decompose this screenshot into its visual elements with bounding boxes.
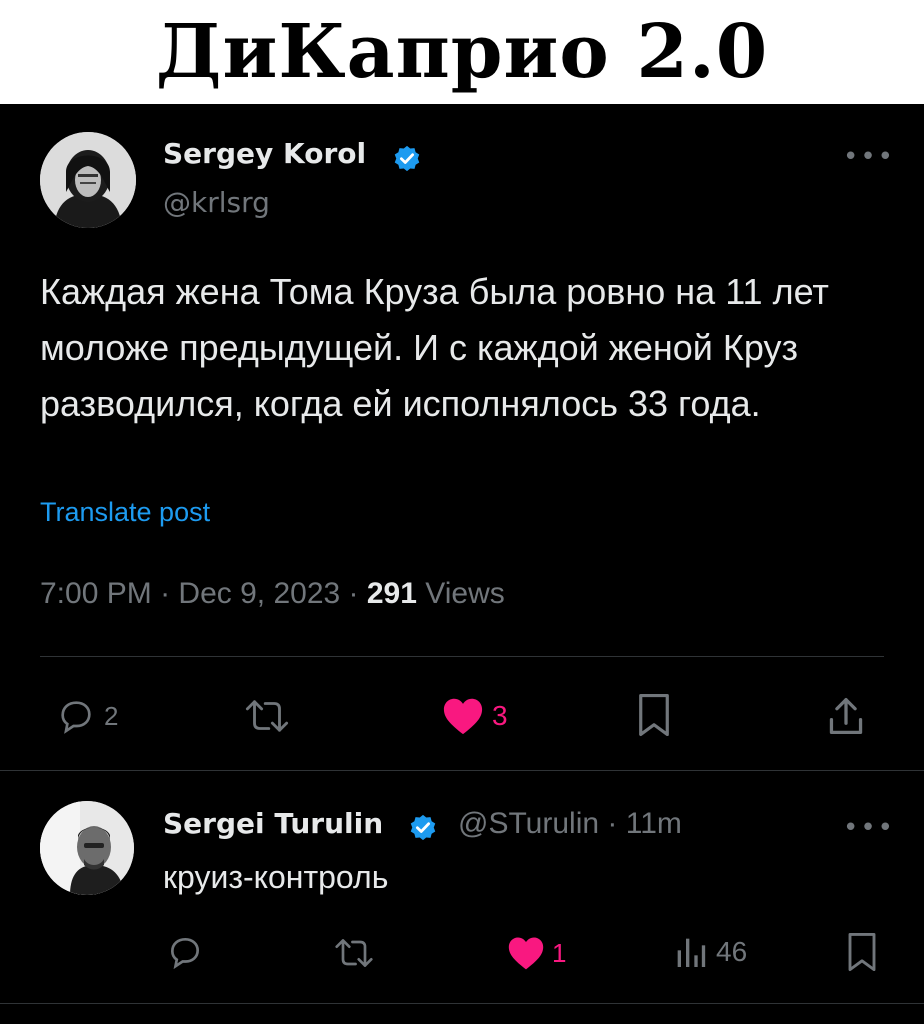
reply-icon [61,701,91,734]
main-tweet: Sergey Korol @krlsrg ••• Каждая жена Том… [0,104,924,770]
views-count[interactable]: 291 [367,577,417,610]
reply-retweet-button[interactable] [332,937,382,969]
retweet-icon [335,939,373,967]
verified-badge-icon [394,145,420,172]
share-button[interactable] [826,694,872,738]
reply-views-count: 46 [716,936,748,967]
retweet-icon [245,700,289,732]
reply-time[interactable]: 11m [626,807,682,840]
bookmark-icon [848,932,876,972]
reply-bookmark-button[interactable] [846,931,878,973]
meme-title: ДиКаприо 2.0 [155,9,769,95]
meme-header: ДиКаприо 2.0 [0,0,924,104]
reply-button[interactable]: 2 [54,696,118,736]
heart-filled-icon [443,698,483,735]
analytics-bars-icon [677,938,706,967]
reply-count: 2 [104,700,119,731]
author-handle[interactable]: @krlsrg [163,186,270,219]
reply-author-name[interactable]: Sergei Turulin [163,807,383,840]
reply-handle[interactable]: @STurulin [458,807,599,840]
divider [0,1003,924,1004]
reply-like-button[interactable]: 1 [506,935,566,971]
tweet-meta: 7:00 PM · Dec 9, 2023 · 291 Views [40,577,505,611]
verified-badge-icon [410,814,436,841]
like-count: 3 [492,700,508,731]
divider [40,656,884,657]
heart-filled-icon [508,937,544,970]
tweet-text: Каждая жена Тома Круза была ровно на 11 … [40,271,829,424]
views-label: Views [425,577,505,610]
bookmark-button[interactable] [636,692,678,738]
more-horizontal-icon[interactable]: ••• [843,813,895,843]
reply-like-count: 1 [552,937,567,968]
avatar[interactable] [40,132,136,228]
like-button[interactable]: 3 [440,696,508,736]
reply-tweet: Sergei Turulin @STurulin · 11m ••• круиз… [0,771,924,1024]
share-icon [829,698,863,734]
tweet-date[interactable]: Dec 9, 2023 [178,577,340,610]
reply-text: круиз-контроль [163,859,389,895]
translate-post-link[interactable]: Translate post [40,497,210,528]
reply-reply-button[interactable] [165,933,211,971]
reply-icon [170,937,200,970]
meta-separator: · [607,807,626,840]
retweet-button[interactable] [242,698,298,734]
more-horizontal-icon[interactable]: ••• [843,142,895,172]
author-name[interactable]: Sergey Korol [163,137,366,170]
meta-separator: · [160,577,179,610]
bookmark-icon [639,693,669,737]
meta-separator: · [348,577,367,610]
reply-views-button[interactable]: 46 [676,935,747,969]
reply-avatar[interactable] [40,801,134,895]
reply-handle-line: @STurulin · 11m [458,807,682,841]
tweet-time[interactable]: 7:00 PM [40,577,152,610]
